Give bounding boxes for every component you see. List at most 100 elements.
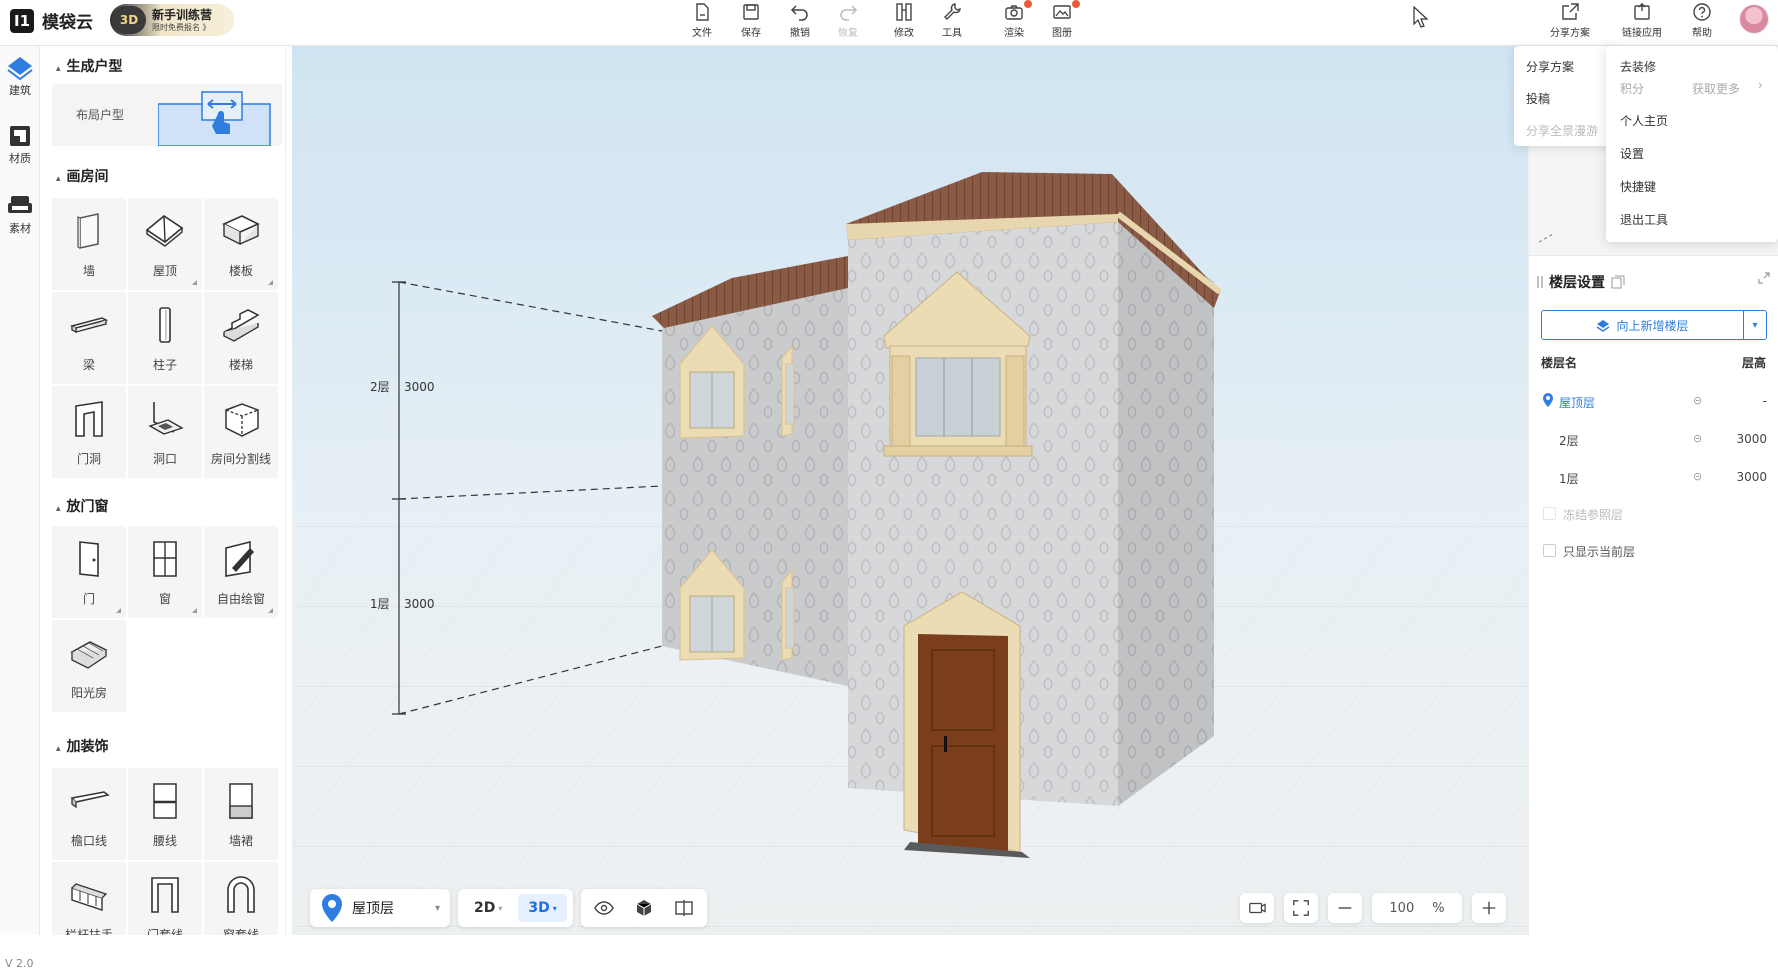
toolbar-file-button[interactable]: 文件 [680, 0, 724, 46]
tool-free-window[interactable]: 自由绘窗 [204, 526, 278, 618]
door-icon [79, 541, 99, 577]
eye-button[interactable] [587, 894, 621, 922]
tool-window[interactable]: 窗 [128, 526, 202, 618]
expand-icon[interactable] [1758, 272, 1770, 284]
user-avatar[interactable] [1739, 4, 1769, 34]
visibility-icon[interactable]: ⊝ [1693, 394, 1702, 407]
visibility-icon[interactable]: ⊝ [1693, 432, 1702, 445]
mode-2d-button[interactable]: 2D ▾ [464, 894, 512, 922]
scene-render: 2层 3000 1层 3000 [292, 172, 1528, 935]
menu-item-share-panorama[interactable]: 分享全景漫游 [1526, 122, 1598, 139]
zoom-out-button[interactable] [1328, 893, 1362, 923]
user-menu: 去装修 积分 获取更多 › 个人主页 设置 快捷键 退出工具 [1606, 46, 1778, 242]
section-title-generate[interactable]: 生成户型 [56, 56, 123, 76]
link-app-label: 链接应用 [1622, 28, 1662, 39]
sofa-icon [8, 196, 32, 213]
promo-banner[interactable]: 3D 新手训练营 限时免费报名 》 [110, 4, 234, 36]
menu-item-decorate[interactable]: 去装修 [1620, 58, 1656, 75]
floor-row-roof[interactable]: 屋顶层 ⊝ - [1529, 384, 1778, 418]
menu-item-points[interactable]: 积分 [1620, 80, 1644, 97]
tool-beam[interactable]: 梁 [52, 292, 126, 384]
tool-door-opening[interactable]: 门洞 [52, 386, 126, 478]
tool-slab[interactable]: 楼板 [204, 198, 278, 290]
mode-3d-label: 3D [528, 900, 550, 916]
tool-column[interactable]: 柱子 [128, 292, 202, 384]
tile-label: 自由绘窗 [216, 592, 265, 606]
menu-item-exit[interactable]: 退出工具 [1620, 211, 1668, 228]
section-title-rooms[interactable]: 画房间 [56, 166, 109, 186]
tool-hole[interactable]: 洞口 [128, 386, 202, 478]
fit-view-button[interactable] [1284, 893, 1318, 923]
tool-railing[interactable]: 栏杆扶手 [52, 862, 126, 935]
tool-door-casing[interactable]: 门套线 [128, 862, 202, 935]
add-floor-up-button[interactable]: 向上新增楼层 ▾ [1541, 310, 1767, 340]
menu-item-shortcuts[interactable]: 快捷键 [1620, 178, 1656, 195]
rail-item-building[interactable]: 建筑 [0, 54, 40, 98]
tool-eave-line[interactable]: 檐口线 [52, 768, 126, 860]
toolbar-undo-button[interactable]: 撤销 [778, 0, 822, 46]
add-floor-main[interactable]: 向上新增楼层 [1542, 311, 1744, 339]
tool-wainscot[interactable]: 墙裙 [204, 768, 278, 860]
top-toolbar: I1 模袋云 3D 新手训练营 限时免费报名 》 文件 保存 撤销 恢复 修改 … [0, 0, 1778, 46]
toolbar-label: 撤销 [790, 28, 810, 39]
tile-label: 柱子 [152, 358, 177, 372]
menu-item-submit[interactable]: 投稿 [1526, 90, 1550, 107]
drag-handle-icon[interactable] [1537, 275, 1543, 289]
rail-label: 素材 [9, 222, 31, 235]
camera-view-button[interactable] [1240, 893, 1274, 923]
cube-button[interactable] [627, 894, 661, 922]
floor-height: 3000 [1736, 432, 1767, 446]
share-plan-button[interactable]: 分享方案 [1546, 0, 1594, 46]
toolbar-edit-button[interactable]: 修改 [882, 0, 926, 46]
floor-row-1[interactable]: 1层 ⊝ 3000 [1529, 460, 1778, 494]
col-floor-name: 楼层名 [1541, 356, 1578, 370]
tool-roof[interactable]: 屋顶 [128, 198, 202, 290]
freeze-reference-checkbox[interactable] [1543, 507, 1556, 520]
mode-3d-button[interactable]: 3D ▾ [518, 894, 567, 922]
tool-wall[interactable]: 墙 [52, 198, 126, 290]
toolbar-save-button[interactable]: 保存 [729, 0, 773, 46]
toolbar-tools-button[interactable]: 工具 [930, 0, 974, 46]
app-logo[interactable]: I1 模袋云 [10, 8, 93, 33]
link-app-button[interactable]: 链接应用 [1618, 0, 1666, 46]
zoom-level-input[interactable]: 100% [1372, 893, 1462, 923]
menu-item-share-plan[interactable]: 分享方案 [1526, 58, 1574, 75]
tool-door[interactable]: 门 [52, 526, 126, 618]
tool-room-divider[interactable]: 房间分割线 [204, 386, 278, 478]
tool-stairs[interactable]: 楼梯 [204, 292, 278, 384]
toolbar-redo-button[interactable]: 恢复 [826, 0, 870, 46]
copy-icon[interactable] [1611, 275, 1625, 289]
toolbar-label: 保存 [741, 28, 761, 39]
rail-item-material[interactable]: 材质 [0, 124, 40, 166]
help-button[interactable]: 帮助 [1680, 0, 1724, 46]
album-icon [1053, 5, 1071, 19]
show-current-floor-checkbox[interactable] [1543, 544, 1556, 557]
file-icon [696, 3, 709, 21]
section-title-decor[interactable]: 加装饰 [56, 736, 109, 756]
tile-label: 屋顶 [152, 264, 177, 278]
menu-item-profile[interactable]: 个人主页 [1620, 112, 1668, 129]
split-view-button[interactable] [667, 894, 701, 922]
toolbar-label: 工具 [942, 28, 962, 39]
tool-sunroom[interactable]: 阳光房 [52, 620, 126, 712]
3d-viewport[interactable]: 2层 3000 1层 3000 屋顶层 ▾ 2D ▾ 3D ▾ 100 % [292, 46, 1528, 935]
layout-floorplan-card[interactable]: 布局户型 [52, 84, 282, 146]
show-current-floor-label: 只显示当前层 [1563, 545, 1636, 559]
tool-waist-line[interactable]: 腰线 [128, 768, 202, 860]
tool-window-casing[interactable]: 窗套线 [204, 862, 278, 935]
menu-item-get-more[interactable]: 获取更多 [1692, 80, 1740, 97]
tile-label: 腰线 [152, 834, 177, 848]
tile-label: 门洞 [76, 452, 101, 466]
tile-label: 房间分割线 [210, 452, 271, 466]
section-title-doors[interactable]: 放门窗 [56, 496, 109, 516]
floor-select[interactable]: 屋顶层 ▾ [310, 889, 450, 927]
zoom-in-button[interactable] [1472, 893, 1506, 923]
visibility-icon[interactable]: ⊝ [1693, 470, 1702, 483]
rail-item-assets[interactable]: 素材 [0, 194, 40, 236]
chevron-down-icon[interactable]: ▾ [1744, 320, 1766, 331]
edit-icon [896, 3, 912, 21]
view-controls: 屋顶层 ▾ 2D ▾ 3D ▾ [310, 888, 707, 928]
toolbar-label: 恢复 [838, 28, 858, 39]
floor-row-2[interactable]: 2层 ⊝ 3000 [1529, 422, 1778, 456]
menu-item-settings[interactable]: 设置 [1620, 145, 1644, 162]
